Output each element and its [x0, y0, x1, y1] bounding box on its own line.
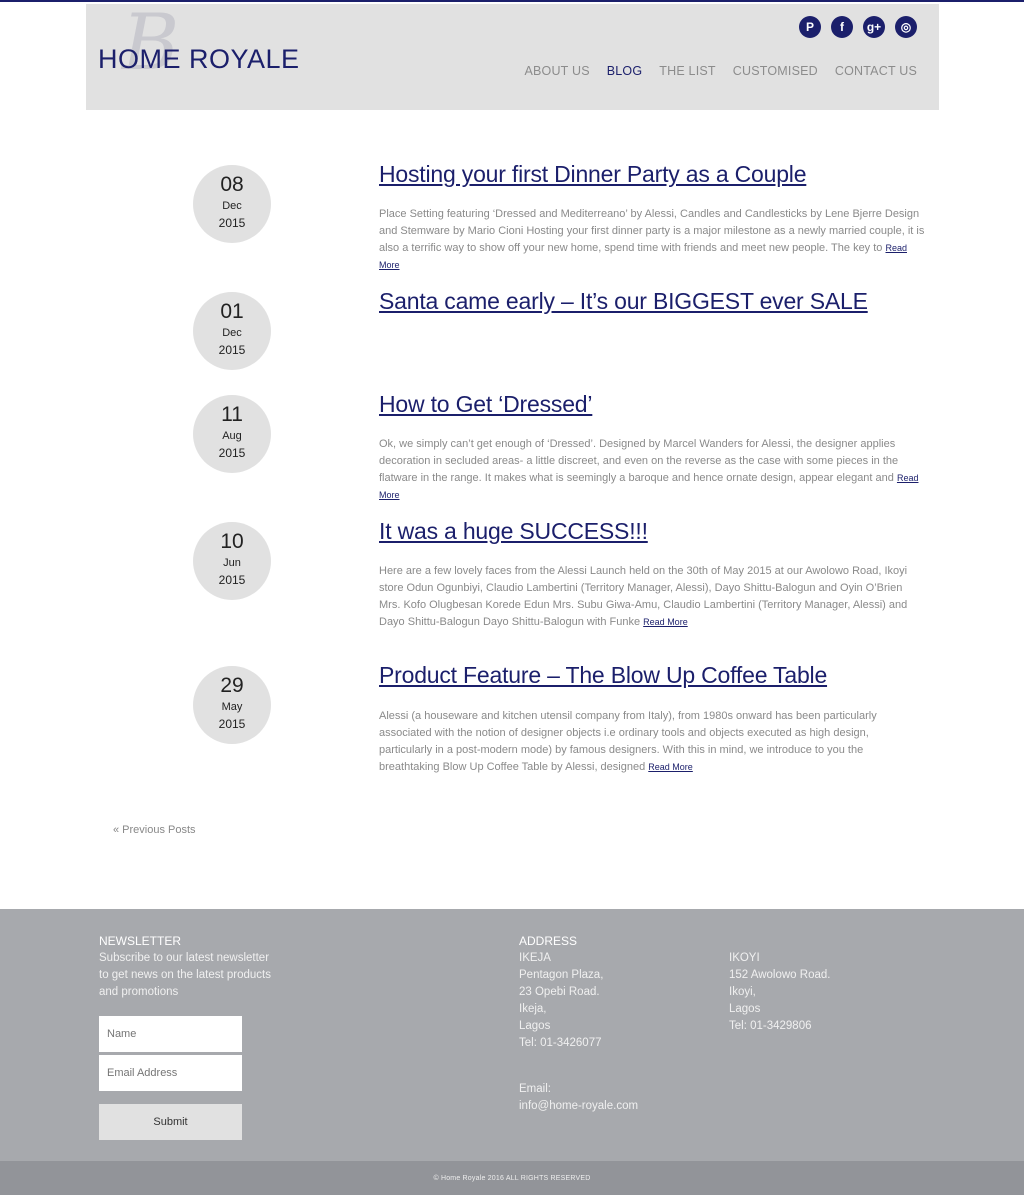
nav-blog[interactable]: BLOG	[607, 64, 643, 78]
post-title[interactable]: Product Feature – The Blow Up Coffee Tab…	[379, 662, 939, 689]
nav-about-us[interactable]: ABOUT US	[524, 64, 589, 78]
nav-the-list[interactable]: THE LIST	[659, 64, 715, 78]
facebook-icon[interactable]: f	[831, 16, 853, 38]
read-more-link[interactable]: Read More	[648, 762, 693, 772]
previous-posts-link[interactable]: « Previous Posts	[113, 824, 196, 836]
newsletter-name-input[interactable]	[99, 1016, 242, 1052]
nav-customised[interactable]: CUSTOMISED	[733, 64, 818, 78]
date-year: 2015	[218, 343, 246, 357]
date-day: 11	[221, 403, 243, 426]
address-line: IKOYI	[729, 952, 760, 964]
read-more-link[interactable]: Read More	[643, 617, 688, 627]
post-excerpt: Ok, we simply can’t get enough of ‘Dress…	[379, 436, 925, 504]
address-line: Tel: 01-3426077	[519, 1037, 602, 1049]
date-month: Jun	[223, 557, 241, 569]
instagram-icon[interactable]: ◎	[895, 16, 917, 38]
logo-text: HOME ROYALE	[98, 44, 300, 74]
post-title[interactable]: How to Get ‘Dressed’	[379, 391, 939, 418]
copyright-bar: © Home Royale 2016 ALL RIGHTS RESERVED	[0, 1161, 1024, 1195]
date-day: 10	[220, 530, 244, 553]
date-badge: 10 Jun 2015	[193, 522, 271, 600]
newsletter-text: Subscribe to our latest newsletter to ge…	[99, 952, 271, 998]
site-header: B HOME ROYALE P f g+ ◎ ABOUT US BLOG THE…	[86, 4, 939, 110]
address-line: Ikeja,	[519, 1003, 547, 1015]
address-line: 23 Opebi Road.	[519, 986, 600, 998]
pinterest-icon[interactable]: P	[799, 16, 821, 38]
nav-contact-us[interactable]: CONTACT US	[835, 64, 917, 78]
date-day: 08	[220, 173, 244, 196]
date-badge: 01 Dec 2015	[193, 292, 271, 370]
address-line: Lagos	[519, 1020, 551, 1032]
date-day: 29	[220, 674, 244, 697]
newsletter-email-input[interactable]	[99, 1055, 242, 1091]
post-excerpt: Here are a few lovely faces from the Ale…	[379, 563, 925, 631]
address-line: Lagos	[729, 1003, 761, 1015]
date-badge: 08 Dec 2015	[193, 165, 271, 243]
post-title[interactable]: Hosting your first Dinner Party as a Cou…	[379, 161, 939, 188]
date-year: 2015	[218, 717, 246, 731]
date-day: 01	[220, 300, 244, 323]
date-year: 2015	[218, 446, 246, 460]
copyright-text: © Home Royale 2016 ALL RIGHTS RESERVED	[433, 1175, 591, 1182]
address-line: Pentagon Plaza,	[519, 969, 604, 981]
email-link[interactable]: info@home-royale.com	[519, 1098, 638, 1115]
post-title[interactable]: Santa came early – It’s our BIGGEST ever…	[379, 288, 939, 315]
address-line: Ikoyi,	[729, 986, 756, 998]
address-line: IKEJA	[519, 952, 551, 964]
google-plus-icon[interactable]: g+	[863, 16, 885, 38]
post-excerpt-text: Alessi (a houseware and kitchen utensil …	[379, 710, 877, 773]
post-excerpt: Place Setting featuring ‘Dressed and Med…	[379, 206, 925, 274]
post-excerpt-text: Ok, we simply can’t get enough of ‘Dress…	[379, 438, 899, 484]
address-ikeja: IKEJA Pentagon Plaza, 23 Opebi Road. Ike…	[519, 950, 603, 1052]
post-excerpt: Alessi (a houseware and kitchen utensil …	[379, 708, 925, 776]
post-title[interactable]: It was a huge SUCCESS!!!	[379, 518, 939, 545]
address-line: 152 Awolowo Road.	[729, 969, 831, 981]
newsletter-submit-button[interactable]: Submit	[99, 1104, 242, 1140]
logo[interactable]: B HOME ROYALE	[98, 4, 300, 94]
date-badge: 29 May 2015	[193, 666, 271, 744]
date-month: May	[221, 701, 243, 713]
date-badge: 11 Aug 2015	[193, 395, 271, 473]
date-month: Aug	[222, 430, 242, 442]
main-nav: ABOUT US BLOG THE LIST CUSTOMISED CONTAC…	[524, 64, 917, 78]
address-heading: ADDRESS	[519, 934, 578, 948]
date-month: Dec	[222, 327, 242, 339]
date-year: 2015	[218, 573, 246, 587]
date-year: 2015	[218, 216, 246, 230]
address-ikoyi: IKOYI 152 Awolowo Road. Ikoyi, Lagos Tel…	[729, 950, 830, 1035]
site-footer: NEWSLETTER Subscribe to our latest newsl…	[0, 909, 1024, 1161]
newsletter-heading: NEWSLETTER	[99, 934, 182, 948]
address-line: Tel: 01-3429806	[729, 1020, 812, 1032]
address-email: Email: info@home-royale.com	[519, 1081, 638, 1115]
date-month: Dec	[222, 200, 242, 212]
post-excerpt-text: Place Setting featuring ‘Dressed and Med…	[379, 208, 925, 254]
email-label: Email:	[519, 1083, 551, 1095]
social-links: P f g+ ◎	[799, 16, 917, 38]
